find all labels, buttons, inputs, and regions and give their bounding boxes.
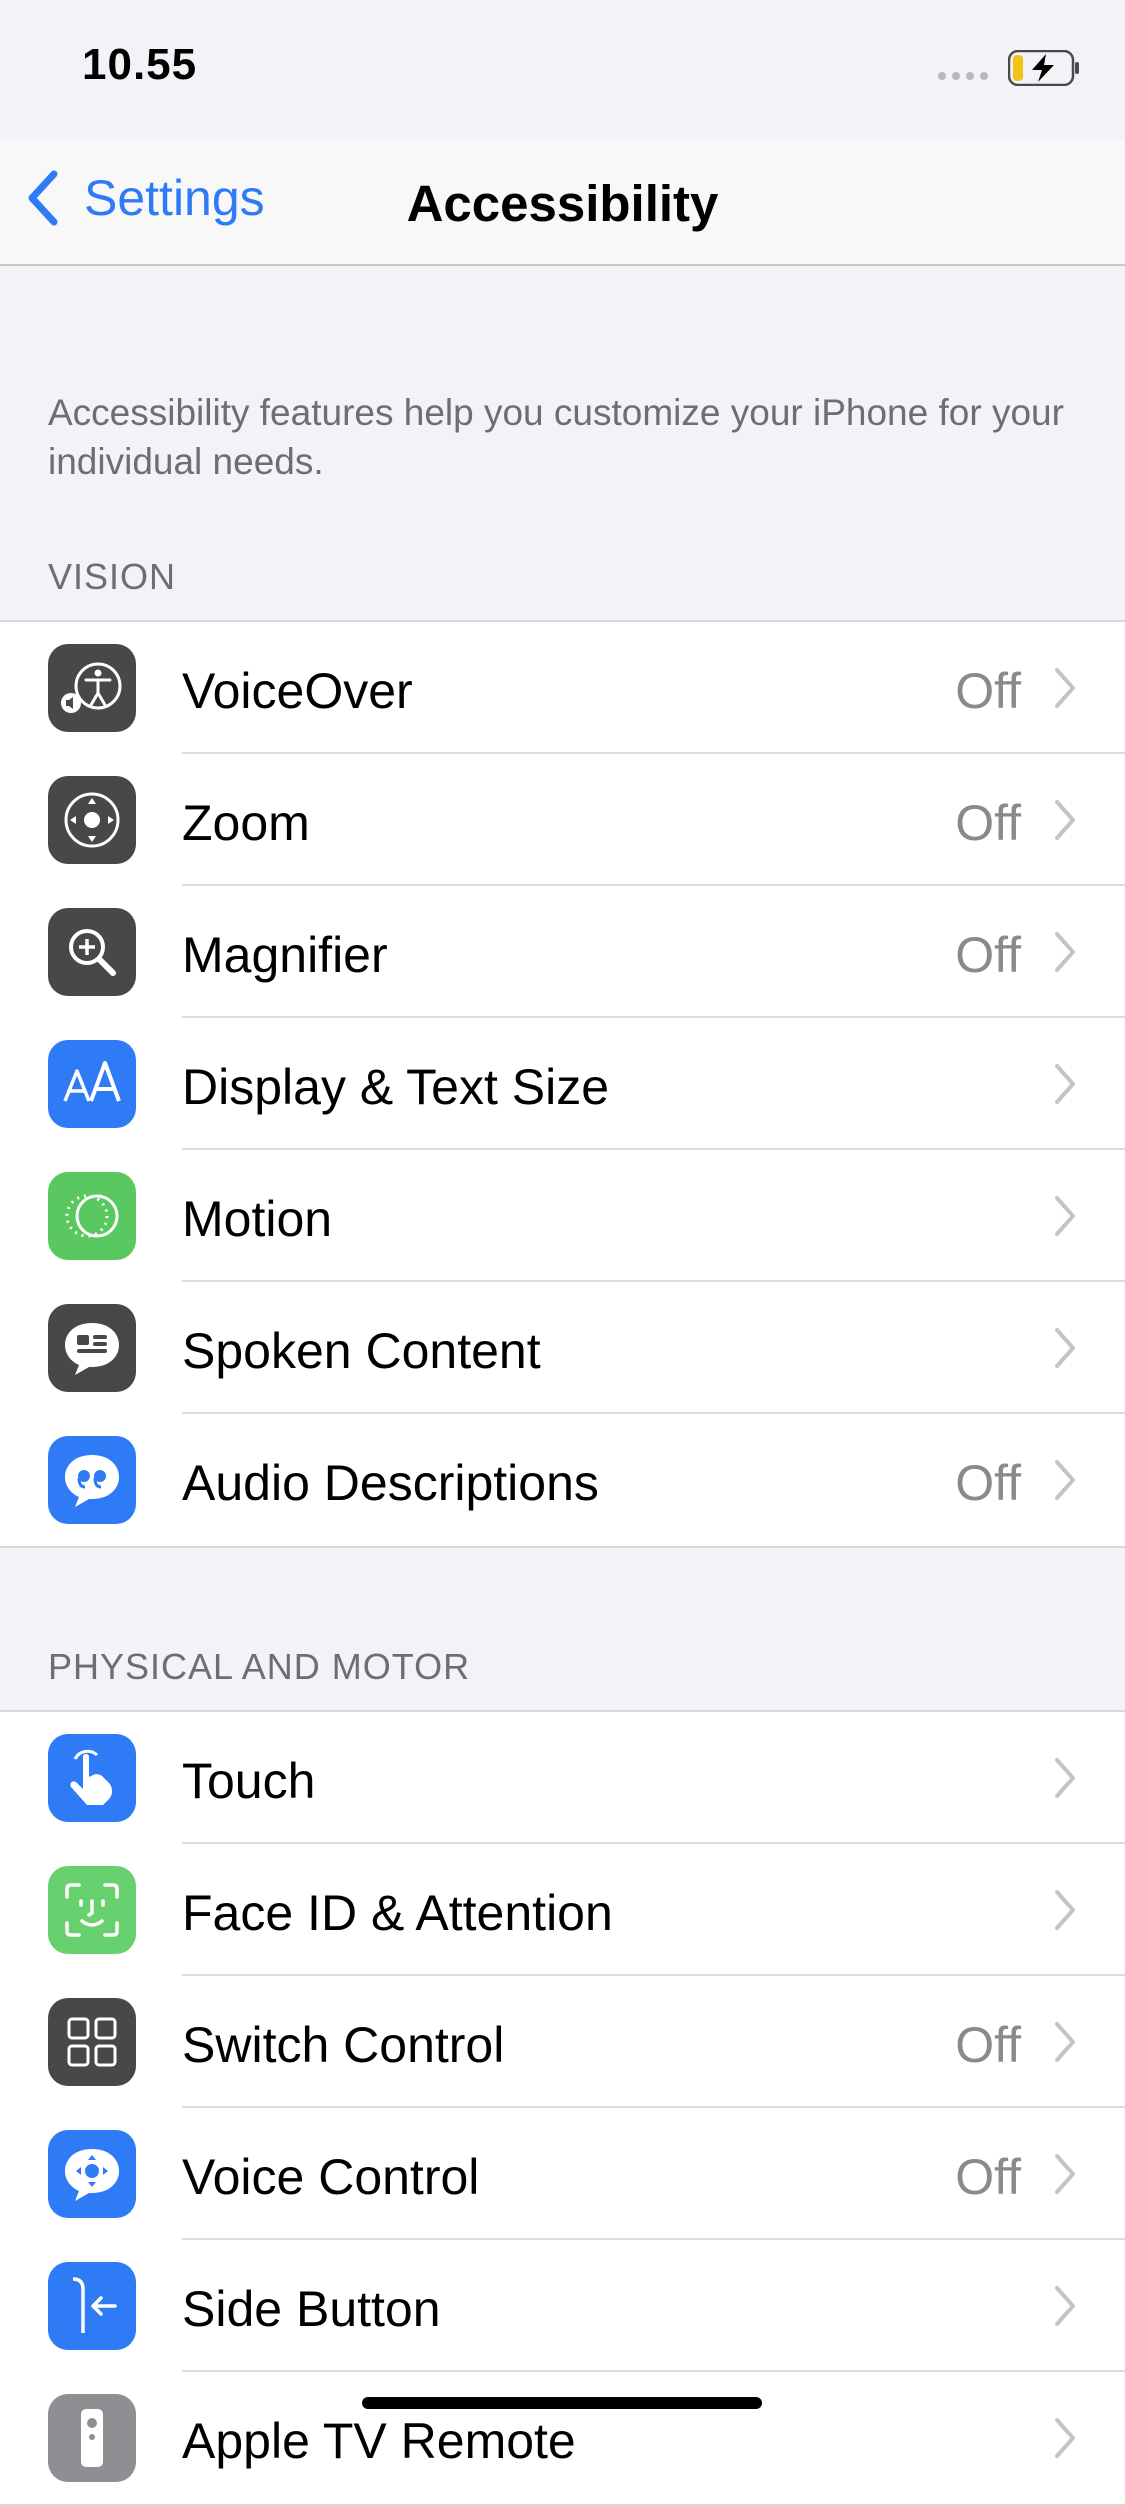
item-label: Touch — [182, 1753, 316, 1809]
item-label: Motion — [182, 1191, 333, 1247]
chevron-right-icon — [1055, 1460, 1075, 1500]
switch-control-icon — [48, 1998, 136, 2086]
item-label: Voice Control — [182, 2149, 480, 2205]
chevron-right-icon — [1055, 2418, 1075, 2458]
voiceover-icon — [48, 644, 136, 732]
text-size-icon — [48, 1040, 136, 1128]
chevron-right-icon — [1055, 2286, 1075, 2326]
chevron-right-icon — [1055, 1328, 1075, 1368]
item-value: Off — [955, 795, 1021, 851]
list-item-zoom[interactable]: Zoom Off — [0, 754, 1125, 886]
list-item-display-text-size[interactable]: Display & Text Size — [0, 1018, 1125, 1150]
section-header-physical-motor: PHYSICAL AND MOTOR — [48, 1646, 471, 1687]
list-item-magnifier[interactable]: Magnifier Off — [0, 886, 1125, 1018]
touch-icon — [48, 1734, 136, 1822]
item-label: Side Button — [182, 2281, 441, 2337]
status-bar: 10.55 — [0, 0, 1125, 140]
list-item-switch-control[interactable]: Switch Control Off — [0, 1976, 1125, 2108]
magnifier-icon — [48, 908, 136, 996]
item-value: Off — [955, 2149, 1021, 2205]
apple-tv-remote-icon — [48, 2394, 136, 2482]
list-item-motion[interactable]: Motion — [0, 1150, 1125, 1282]
section-header-vision: VISION — [48, 556, 177, 597]
item-value: Off — [955, 927, 1021, 983]
item-label: Spoken Content — [182, 1323, 541, 1379]
list-item-side-button[interactable]: Side Button — [0, 2240, 1125, 2372]
cellular-signal-icon — [938, 72, 988, 80]
navigation-bar: Settings Accessibility — [0, 140, 1125, 266]
list-item-audio-descriptions[interactable]: Audio Descriptions Off — [0, 1414, 1125, 1546]
chevron-right-icon — [1055, 2154, 1075, 2194]
item-label: Magnifier — [182, 927, 388, 983]
item-label: VoiceOver — [182, 663, 413, 719]
item-value: Off — [955, 2017, 1021, 2073]
chevron-right-icon — [1055, 1064, 1075, 1104]
item-label: Face ID & Attention — [182, 1885, 613, 1941]
list-item-apple-tv-remote[interactable]: Apple TV Remote — [0, 2372, 1125, 2504]
chevron-right-icon — [1055, 1890, 1075, 1930]
chevron-right-icon — [1055, 1196, 1075, 1236]
page-title: Accessibility — [406, 175, 719, 232]
item-label: Display & Text Size — [182, 1059, 610, 1115]
vision-group: VoiceOver Off Zoom Off Magnifier Off Dis… — [0, 620, 1125, 1548]
item-label: Switch Control — [182, 2017, 505, 2073]
list-item-spoken-content[interactable]: Spoken Content — [0, 1282, 1125, 1414]
spoken-content-icon — [48, 1304, 136, 1392]
list-item-voiceover[interactable]: VoiceOver Off — [0, 622, 1125, 754]
battery-charging-icon — [1008, 50, 1079, 86]
description-text: Accessibility features help you customiz… — [48, 392, 1064, 482]
list-item-voice-control[interactable]: Voice Control Off — [0, 2108, 1125, 2240]
item-value: Off — [955, 663, 1021, 719]
item-label: Zoom — [182, 795, 310, 851]
motion-icon — [48, 1172, 136, 1260]
physical-motor-group: Touch Face ID & Attention Switch Control… — [0, 1710, 1125, 2506]
chevron-right-icon — [1055, 668, 1075, 708]
status-time: 10.55 — [82, 40, 198, 89]
chevron-right-icon — [1055, 800, 1075, 840]
zoom-icon — [48, 776, 136, 864]
item-label: Audio Descriptions — [182, 1455, 599, 1511]
chevron-right-icon — [1055, 2022, 1075, 2062]
chevron-right-icon — [1055, 932, 1075, 972]
voice-control-icon — [48, 2130, 136, 2218]
list-item-touch[interactable]: Touch — [0, 1712, 1125, 1844]
face-id-icon — [48, 1866, 136, 1954]
item-value: Off — [955, 1455, 1021, 1511]
audio-descriptions-icon — [48, 1436, 136, 1524]
side-button-icon — [48, 2262, 136, 2350]
list-item-face-id-attention[interactable]: Face ID & Attention — [0, 1844, 1125, 1976]
home-indicator[interactable] — [362, 2397, 762, 2409]
item-label: Apple TV Remote — [182, 2413, 576, 2469]
chevron-right-icon — [1055, 1758, 1075, 1798]
